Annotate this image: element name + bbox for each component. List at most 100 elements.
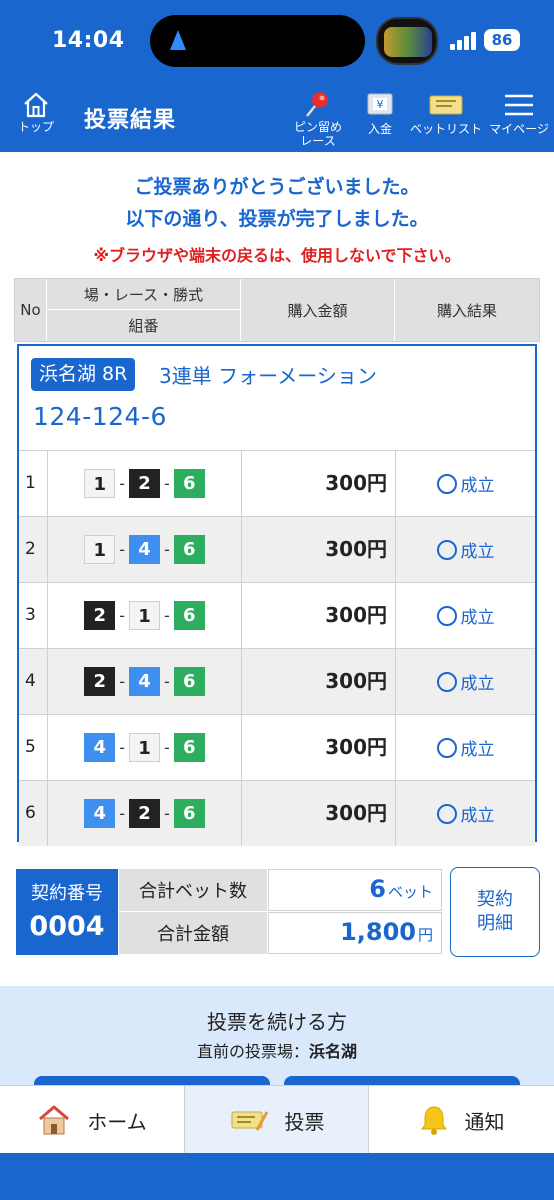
- betlist-label: ベットリスト: [410, 122, 483, 136]
- bottom-navigation: ホーム 投票 通知: [0, 1085, 554, 1154]
- row-result-label: 成立: [460, 674, 495, 694]
- bet-row: 6 4-2-6 300円 成立: [19, 780, 535, 846]
- boat-number-badge: 1: [129, 601, 160, 630]
- dash-separator: -: [119, 606, 125, 625]
- house-icon: [39, 1105, 70, 1135]
- boat-number-badge: 2: [129, 799, 160, 828]
- location-arrow-icon: [170, 30, 186, 50]
- success-circle-icon: [436, 605, 457, 626]
- contract-label: 契約番号: [31, 883, 103, 904]
- row-number: 2: [19, 517, 48, 582]
- detail-label-2: 明細: [477, 913, 513, 934]
- row-amount: 300円: [242, 715, 396, 780]
- contract-number: 0004: [29, 911, 105, 942]
- bet-rows: 1 1-2-6 300円 成立 2 1-4-6 300円 成立 3 2-1-6 300円 成立 4 2-4…: [19, 450, 535, 846]
- deposit-button[interactable]: ¥ 入金: [358, 90, 402, 136]
- status-time: 14:04: [52, 28, 125, 53]
- success-circle-icon: [436, 671, 457, 692]
- nav-notify[interactable]: 通知: [369, 1086, 554, 1154]
- total-amount: 1,800: [340, 918, 416, 946]
- row-result: 成立: [396, 781, 535, 846]
- contract-number-box: 契約番号 0004: [16, 869, 118, 955]
- status-bar: 14:04 86: [0, 0, 554, 84]
- row-number: 3: [19, 583, 48, 648]
- success-circle-icon: [436, 737, 457, 758]
- previous-venue: 直前の投票場：浜名湖: [0, 1038, 554, 1062]
- dash-separator: -: [164, 606, 170, 625]
- dash-separator: -: [119, 738, 125, 757]
- completed-text: 以下の通り、投票が完了しました。: [125, 208, 429, 230]
- hamburger-menu-icon: [505, 94, 533, 116]
- header-result: 購入結果: [436, 301, 497, 320]
- dash-separator: -: [164, 738, 170, 757]
- pin-label-1: ピン留め: [293, 120, 342, 134]
- vote-ticket-icon: [231, 1111, 268, 1131]
- row-result-label: 成立: [460, 542, 495, 562]
- bet-count-value: 6 ベット: [268, 869, 442, 911]
- row-result: 成立: [396, 517, 535, 582]
- ticket-list-icon: [429, 95, 463, 115]
- deposit-label: 入金: [367, 122, 392, 136]
- betlist-button[interactable]: ベットリスト: [410, 90, 482, 136]
- boat-number-badge: 4: [84, 733, 116, 762]
- dash-separator: -: [164, 540, 170, 559]
- boat-number-badge: 6: [173, 469, 205, 498]
- row-result-label: 成立: [460, 608, 495, 628]
- signal-icon: [450, 32, 478, 50]
- bet-detail-box: 浜名湖 8R 3連単 フォーメーション 124-124-6 1 1-2-6 300円…: [17, 344, 537, 846]
- header-race: 場・レース・勝式: [47, 279, 241, 310]
- contract-detail-button[interactable]: 契約 明細: [450, 867, 540, 957]
- app-header: トップ 投票結果 ピン留め レース ¥ 入金 ベットリスト マイページ: [0, 84, 554, 152]
- nav-notify-label: 通知: [464, 1109, 505, 1134]
- boat-number-badge: 1: [84, 535, 116, 564]
- mypage-label: マイページ: [489, 122, 549, 136]
- home-indicator-bar: [0, 1153, 554, 1200]
- dash-separator: -: [164, 804, 170, 823]
- nav-vote[interactable]: 投票: [185, 1086, 368, 1154]
- header-no: No: [15, 279, 47, 341]
- row-result: 成立: [396, 715, 535, 780]
- row-result-label: 成立: [460, 740, 495, 760]
- row-number: 4: [19, 649, 48, 714]
- nav-home-label: ホーム: [87, 1109, 147, 1134]
- live-activity-icon: [376, 17, 438, 65]
- svg-text:¥: ¥: [377, 98, 384, 111]
- total-value: 1,800 円: [268, 912, 442, 954]
- boat-number-badge: 2: [84, 601, 116, 630]
- continue-title: 投票を続ける方: [207, 1010, 347, 1034]
- bet-row: 1 1-2-6 300円 成立: [19, 450, 535, 516]
- boat-number-badge: 4: [84, 799, 116, 828]
- top-button[interactable]: トップ: [12, 90, 60, 134]
- bet-row: 3 2-1-6 300円 成立: [19, 582, 535, 648]
- total-unit: 円: [417, 926, 433, 944]
- mypage-button[interactable]: マイページ: [486, 90, 552, 136]
- home-icon: [24, 92, 48, 118]
- bet-count: 6: [369, 875, 386, 903]
- row-result-label: 成立: [460, 806, 495, 826]
- pin-label-2: レース: [300, 134, 336, 148]
- dash-separator: -: [119, 474, 125, 493]
- dash-separator: -: [164, 672, 170, 691]
- row-combination: 4-1-6: [48, 715, 242, 780]
- bet-combination: 124-124-6: [33, 402, 167, 431]
- boat-number-badge: 1: [129, 733, 160, 762]
- nav-home[interactable]: ホーム: [0, 1086, 184, 1154]
- bet-count-label: 合計ベット数: [119, 869, 267, 911]
- row-combination: 4-2-6: [48, 781, 242, 846]
- venue-race-badge: 浜名湖 8R: [31, 358, 136, 391]
- pin-race-button[interactable]: ピン留め レース: [288, 90, 348, 148]
- dash-separator: -: [119, 540, 125, 559]
- bet-row: 2 1-4-6 300円 成立: [19, 516, 535, 582]
- back-warning-text: ※ブラウザや端末の戻るは、使用しないで下さい。: [93, 246, 461, 265]
- row-number: 6: [19, 781, 48, 846]
- dash-separator: -: [164, 474, 170, 493]
- success-circle-icon: [436, 539, 457, 560]
- row-amount: 300円: [242, 649, 396, 714]
- row-number: 1: [19, 451, 48, 516]
- boat-number-badge: 6: [173, 667, 205, 696]
- row-result: 成立: [396, 649, 535, 714]
- row-amount: 300円: [242, 517, 396, 582]
- row-result-label: 成立: [460, 476, 495, 496]
- row-combination: 2-4-6: [48, 649, 242, 714]
- row-combination: 1-4-6: [48, 517, 242, 582]
